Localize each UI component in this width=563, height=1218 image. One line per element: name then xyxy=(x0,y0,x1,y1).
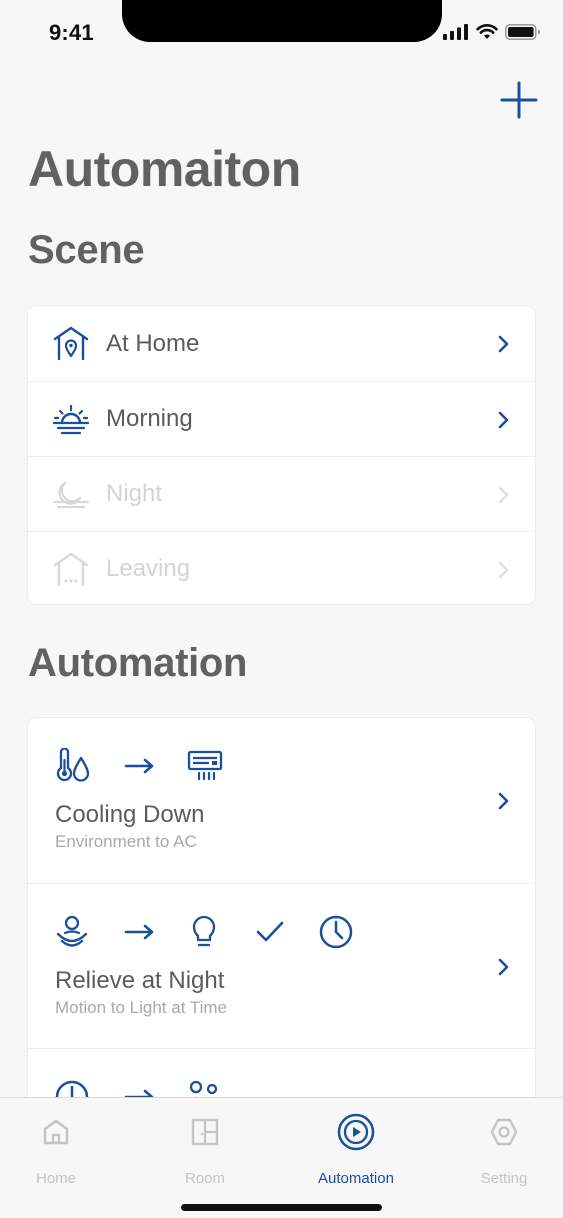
automation-section-title: Automation xyxy=(28,641,248,685)
scene-item-label: At Home xyxy=(106,329,200,357)
house-dots-icon xyxy=(53,552,89,587)
battery-icon xyxy=(505,24,540,40)
tab-label: Home xyxy=(35,1170,76,1187)
wifi-icon xyxy=(476,24,498,39)
status-icons xyxy=(443,24,541,40)
scene-item-leaving[interactable]: Leaving xyxy=(28,531,535,604)
scene-section-title: Scene xyxy=(28,228,145,272)
hexagon-gear-icon xyxy=(490,1118,518,1146)
scene-item-label: Night xyxy=(106,480,163,507)
scene-item-night[interactable]: Night xyxy=(28,456,535,531)
lightbulb-icon xyxy=(192,915,216,947)
cellular-signal-icon xyxy=(443,24,468,40)
chevron-right-icon xyxy=(498,792,509,810)
tab-label: Automation xyxy=(318,1170,394,1187)
tab-bar: Home Room Automation Setting xyxy=(0,1097,563,1218)
play-circle-icon xyxy=(337,1113,375,1151)
add-automation-button[interactable] xyxy=(499,80,539,120)
arrow-right-icon xyxy=(124,924,154,940)
scene-item-label: Leaving xyxy=(106,555,191,582)
chevron-right-icon xyxy=(498,335,509,353)
room-icon xyxy=(191,1118,219,1146)
air-conditioner-icon xyxy=(187,750,223,781)
automation-name: Cooling Down xyxy=(55,801,205,828)
automation-description: Motion to Light at Time xyxy=(55,998,227,1017)
chevron-right-icon xyxy=(498,486,509,504)
tab-home[interactable]: Home xyxy=(0,1098,126,1198)
tab-automation[interactable]: Automation xyxy=(286,1098,426,1198)
thermometer-drop-icon xyxy=(56,748,90,782)
scene-item-label: Morning xyxy=(106,405,193,432)
moon-icon xyxy=(52,481,90,509)
status-time: 9:41 xyxy=(49,20,94,45)
tab-room[interactable]: Room xyxy=(135,1098,275,1198)
arrow-right-icon xyxy=(124,758,154,774)
chevron-right-icon xyxy=(498,561,509,579)
tab-label: Room xyxy=(184,1170,225,1187)
chevron-right-icon xyxy=(498,958,509,976)
chevron-right-icon xyxy=(498,411,509,429)
tab-setting[interactable]: Setting xyxy=(434,1098,563,1198)
motion-sensor-icon xyxy=(56,915,88,947)
automation-name: Relieve at Night xyxy=(55,967,225,994)
scene-item-morning[interactable]: Morning xyxy=(28,381,535,456)
sunrise-icon xyxy=(52,404,90,435)
home-indicator xyxy=(181,1204,382,1211)
house-location-icon xyxy=(53,326,89,361)
automation-description: Environment to AC xyxy=(55,832,197,851)
tab-label: Setting xyxy=(480,1170,528,1187)
home-icon xyxy=(43,1119,69,1145)
clock-icon xyxy=(319,915,353,949)
device-notch xyxy=(122,0,442,42)
plus-icon xyxy=(500,81,538,119)
checkmark-icon xyxy=(256,921,284,942)
automation-screen: 9:41 Automaiton Scene At Home Morning Ni… xyxy=(0,0,563,1218)
status-bar: 9:41 xyxy=(0,0,563,60)
automation-item-relieve-at-night[interactable]: Relieve at Night Motion to Light at Time xyxy=(28,883,535,1048)
scene-list: At Home Morning Night Leaving xyxy=(27,305,536,605)
automation-item-cooling-down[interactable]: Cooling Down Environment to AC xyxy=(28,718,535,883)
page-title: Automaiton xyxy=(28,141,301,197)
scene-item-at-home[interactable]: At Home xyxy=(28,306,535,381)
